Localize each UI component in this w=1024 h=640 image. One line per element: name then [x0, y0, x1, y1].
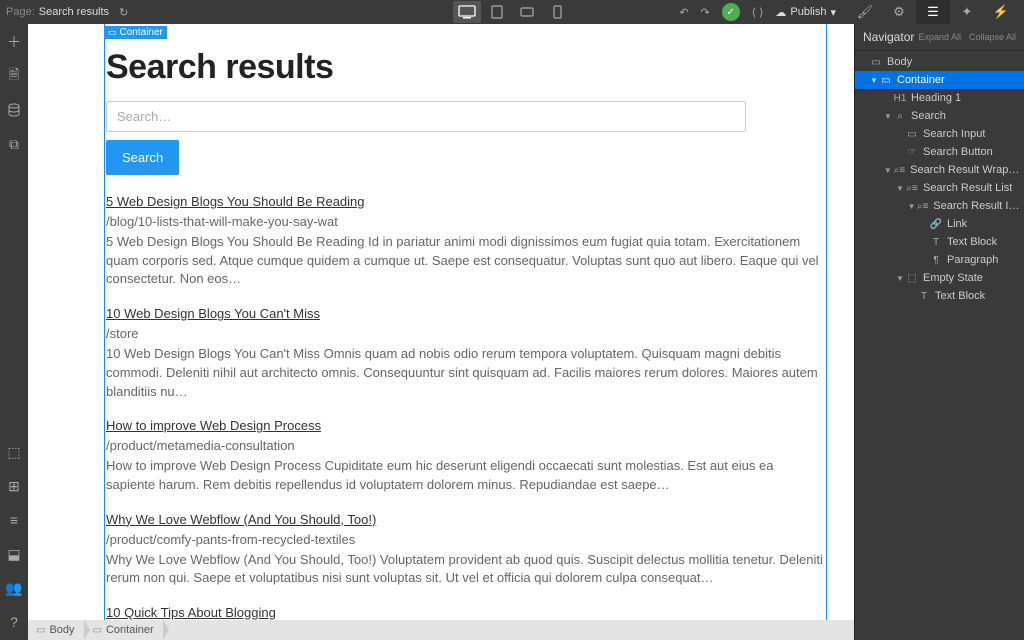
- selection-tag[interactable]: Container: [104, 26, 167, 39]
- status-check-icon[interactable]: ✓: [722, 3, 740, 21]
- tree-node-icon: ⬚: [905, 273, 919, 284]
- tree-node-label: Search: [911, 110, 946, 122]
- breadcrumb-icon: ▭: [93, 625, 102, 636]
- expand-all-button[interactable]: Expand All: [918, 32, 961, 42]
- toolbar-right: ↶ ↷ ✓ ⟨ ⟩ ☁ Publish ▾ 🖌 ⚙ ☰ ✦ ⚡: [679, 0, 1018, 24]
- tree-node[interactable]: 🔗 Link: [855, 215, 1024, 233]
- tree-node-icon: ⌕≡: [893, 165, 906, 176]
- tree-node-label: Link: [947, 218, 967, 230]
- navigator-panel: Navigator Expand All Collapse All ▭ Body ▼…: [854, 24, 1024, 640]
- tool-2-icon[interactable]: ⊞: [4, 476, 24, 496]
- tree-node[interactable]: ▭ Body: [855, 53, 1024, 71]
- breadcrumb-label: Container: [106, 624, 154, 636]
- tool-1-icon[interactable]: ⬚: [4, 442, 24, 462]
- tree-node[interactable]: ▼⬚ Empty State: [855, 269, 1024, 287]
- cms-icon[interactable]: [4, 100, 24, 120]
- navigator-header: Navigator Expand All Collapse All: [855, 24, 1024, 51]
- left-sidebar: ＋ 🗎 ⧉ ⬚ ⊞ ≡ ⬓ 👥 ?: [0, 24, 28, 640]
- navigator-title: Navigator: [863, 30, 914, 44]
- tree-arrow-icon[interactable]: ▼: [883, 112, 893, 121]
- undo-icon[interactable]: ↶: [679, 6, 688, 19]
- tree-node-icon: ▭: [905, 129, 919, 140]
- code-icon[interactable]: ⟨ ⟩: [752, 6, 764, 19]
- add-element-icon[interactable]: ＋: [4, 32, 24, 52]
- tree-node-icon: ⌕≡: [916, 201, 929, 212]
- panel-tab-interactions[interactable]: ✦: [950, 0, 984, 24]
- top-toolbar: Page: Search results ↻ ↶ ↷ ✓ ⟨ ⟩ ☁ Publi…: [0, 0, 1024, 24]
- tree-node-label: Text Block: [935, 290, 985, 302]
- assets-icon[interactable]: ⧉: [4, 134, 24, 154]
- tree-node[interactable]: ▼⌕≡ Search Result Wrapper: [855, 161, 1024, 179]
- tree-node-icon: ¶: [929, 255, 943, 266]
- panel-tab-settings[interactable]: ⚙: [882, 0, 916, 24]
- tree-node[interactable]: T Text Block: [855, 233, 1024, 251]
- tree-node[interactable]: H1 Heading 1: [855, 89, 1024, 107]
- tree-node-icon: H1: [893, 93, 907, 104]
- tree-node[interactable]: ☞ Search Button: [855, 143, 1024, 161]
- tree-node-label: Text Block: [947, 236, 997, 248]
- tree-node-label: Search Button: [923, 146, 993, 158]
- tool-4-icon[interactable]: ⬓: [4, 544, 24, 564]
- device-phone-button[interactable]: [543, 1, 571, 23]
- tree-node[interactable]: ▭ Search Input: [855, 125, 1024, 143]
- breadcrumb-icon: ▭: [36, 625, 45, 636]
- breadcrumb-label: Body: [49, 624, 74, 636]
- tree-node-label: Search Result Item: [933, 200, 1020, 212]
- breadcrumb-item[interactable]: ▭ Body: [28, 620, 85, 640]
- tree-node[interactable]: ▼⌕≡ Search Result Item: [855, 197, 1024, 215]
- device-desktop-button[interactable]: [453, 1, 481, 23]
- tree-node-label: Search Result List: [923, 182, 1012, 194]
- tree-node[interactable]: ▼⌕≡ Search Result List: [855, 179, 1024, 197]
- redo-icon[interactable]: ↷: [701, 6, 710, 19]
- tree-node-icon: ▭: [869, 57, 883, 68]
- tree-node-label: Empty State: [923, 272, 983, 284]
- page-label: Page:: [6, 6, 35, 18]
- page-name[interactable]: Search results: [39, 6, 109, 18]
- device-tablet-button[interactable]: [483, 1, 511, 23]
- tree-node[interactable]: ¶ Paragraph: [855, 251, 1024, 269]
- help-icon[interactable]: ?: [4, 612, 24, 632]
- tree-node-label: Container: [897, 74, 945, 86]
- tree-node[interactable]: ▼⌕ Search: [855, 107, 1024, 125]
- tree-arrow-icon[interactable]: ▼: [883, 166, 893, 175]
- panel-tabs: 🖌 ⚙ ☰ ✦ ⚡: [848, 0, 1018, 24]
- tree-arrow-icon[interactable]: ▼: [895, 184, 905, 193]
- tree-node-label: Search Input: [923, 128, 985, 140]
- tool-5-icon[interactable]: 👥: [4, 578, 24, 598]
- panel-tab-navigator[interactable]: ☰: [916, 0, 950, 24]
- canvas[interactable]: Container Search results Search 5 Web De…: [28, 24, 854, 620]
- tree-node-icon: T: [917, 291, 931, 302]
- tree-node[interactable]: T Text Block: [855, 287, 1024, 305]
- tree-node-label: Body: [887, 56, 912, 68]
- tree-arrow-icon[interactable]: ▼: [907, 202, 916, 211]
- publish-button[interactable]: ☁ Publish ▾: [775, 6, 836, 19]
- container-outline: [104, 24, 827, 620]
- pages-icon[interactable]: 🗎: [4, 66, 24, 86]
- tree-arrow-icon[interactable]: ▼: [869, 76, 879, 85]
- tree-node-icon: ⌕: [893, 111, 907, 122]
- panel-tab-style[interactable]: 🖌: [848, 0, 882, 24]
- tree-node-label: Search Result Wrapper: [910, 164, 1020, 176]
- tree-node-icon: ☞: [905, 147, 919, 158]
- breadcrumb-item[interactable]: ▭ Container: [85, 620, 164, 640]
- panel-tab-power[interactable]: ⚡: [984, 0, 1018, 24]
- tree-arrow-icon[interactable]: ▼: [895, 274, 905, 283]
- tree-node-label: Paragraph: [947, 254, 998, 266]
- tree-node-icon: 🔗: [929, 219, 943, 230]
- tool-3-icon[interactable]: ≡: [4, 510, 24, 530]
- collapse-all-button[interactable]: Collapse All: [969, 32, 1016, 42]
- navigator-tree: ▭Body▼▭ContainerH1Heading 1▼⌕Search▭Sear…: [855, 51, 1024, 307]
- tree-node[interactable]: ▼▭ Container: [855, 71, 1024, 89]
- tree-node-icon: ⌕≡: [905, 183, 919, 194]
- canvas-wrap: Container Search results Search 5 Web De…: [28, 24, 854, 620]
- tree-node-label: Heading 1: [911, 92, 961, 104]
- device-switcher: [453, 1, 571, 23]
- tree-node-icon: ▭: [879, 75, 893, 86]
- tree-node-icon: T: [929, 237, 943, 248]
- device-phone-landscape-button[interactable]: [513, 1, 541, 23]
- refresh-icon[interactable]: ↻: [119, 6, 128, 19]
- breadcrumb-bar: ▭ Body ▭ Container: [28, 620, 854, 640]
